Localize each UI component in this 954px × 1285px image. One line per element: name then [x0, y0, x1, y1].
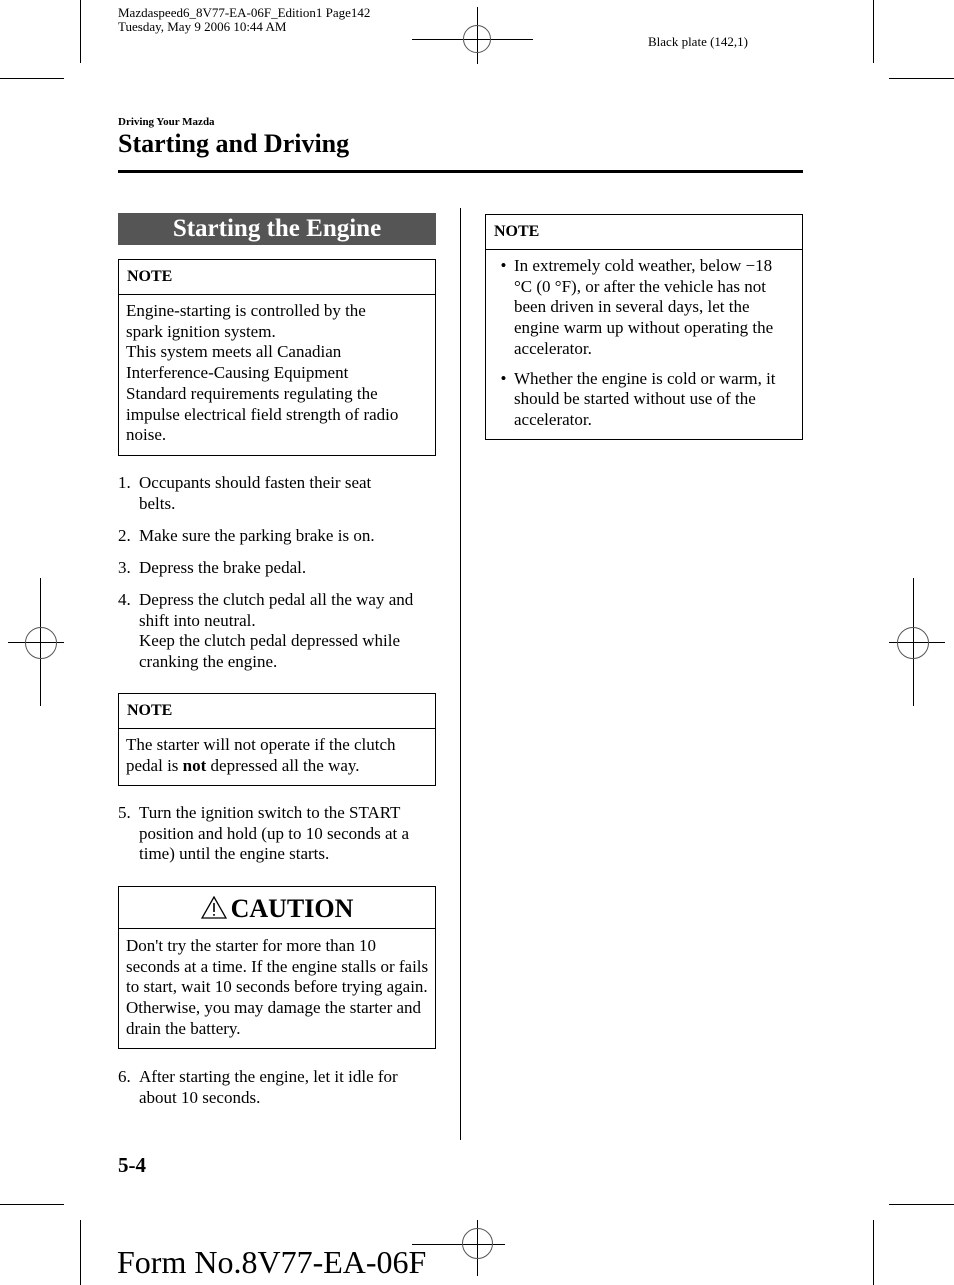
registration-mark	[897, 627, 929, 659]
registration-mark	[25, 627, 57, 659]
step-text: Occupants should fasten their seat belts…	[139, 473, 372, 513]
note-text: The starter will not operate if the clut…	[126, 735, 396, 775]
note-text: Engine-starting is controlled by the spa…	[126, 301, 399, 445]
section-label: Driving Your Mazda	[118, 116, 215, 128]
registration-mark	[462, 1228, 493, 1259]
chapter-rule	[118, 170, 803, 173]
step-item: 1. Occupants should fasten their seat be…	[118, 473, 436, 514]
note-label: NOTE	[486, 215, 802, 250]
step-text: Make sure the parking brake is on.	[139, 526, 375, 545]
bullet-text: In extremely cold weather, below −18 °C …	[514, 256, 774, 358]
step-text: Depress the clutch pedal all the way and…	[139, 590, 414, 630]
note-box: NOTE Engine-starting is controlled by th…	[118, 259, 436, 456]
step-item: 6. After starting the engine, let it idl…	[118, 1067, 436, 1108]
crop-mark	[889, 1204, 954, 1205]
step-number: 4.	[118, 590, 131, 609]
emphasis-not: not	[182, 755, 207, 775]
step-item: 2. Make sure the parking brake is on.	[118, 526, 436, 547]
note-bullets: • In extremely cold weather, below −18 °…	[486, 250, 802, 439]
step-text: Depress the brake pedal.	[139, 558, 307, 577]
topic-title: Starting the Engine	[118, 213, 436, 245]
crop-mark	[80, 0, 81, 63]
crop-mark	[873, 1220, 874, 1285]
crop-mark	[0, 1204, 64, 1205]
print-slug: Mazdaspeed6_8V77-EA-06F_Edition1 Page142…	[118, 6, 370, 34]
bullet-icon: •	[500, 256, 507, 275]
bullet-item: • Whether the engine is cold or warm, it…	[493, 369, 795, 431]
plate-label: Black plate (142,1)	[648, 34, 748, 49]
step-item: 3. Depress the brake pedal.	[118, 558, 436, 579]
caution-box: CAUTION Don't try the starter for more t…	[118, 886, 436, 1049]
slug-timestamp: Tuesday, May 9 2006 10:44 AM	[118, 19, 287, 34]
note-label: NOTE	[119, 260, 435, 295]
caution-header: CAUTION	[119, 887, 435, 929]
note-box: NOTE • In extremely cold weather, below …	[485, 214, 803, 440]
crop-mark	[0, 78, 64, 79]
step-text: After starting the engine, let it idle f…	[139, 1067, 398, 1107]
form-number: Form No.8V77-EA-06F	[117, 1244, 427, 1280]
step-item: 4. Depress the clutch pedal all the way …	[118, 590, 436, 673]
bullet-item: • In extremely cold weather, below −18 °…	[493, 256, 795, 360]
note-label: NOTE	[119, 694, 435, 729]
caution-text: Don't try the starter for more than 10 s…	[126, 936, 429, 1038]
crop-mark	[873, 0, 874, 63]
bullet-text: Whether the engine is cold or warm, it s…	[514, 368, 776, 429]
slug-file-name: Mazdaspeed6_8V77-EA-06F_Edition1 Page142	[118, 5, 371, 20]
page-number: 5-4	[118, 1153, 146, 1177]
bullet-icon: •	[500, 368, 507, 388]
step-text: Turn the ignition switch to the START po…	[139, 803, 410, 864]
step-number: 3.	[118, 558, 131, 577]
step-number: 5.	[118, 803, 131, 822]
step-number: 6.	[118, 1067, 131, 1086]
step-number: 2.	[118, 526, 131, 545]
step-subtext: Keep the clutch pedal depressed while cr…	[139, 631, 401, 672]
crop-mark	[889, 78, 954, 79]
chapter-title: Starting and Driving	[118, 129, 350, 158]
caution-label: CAUTION	[230, 894, 354, 923]
step-number: 1.	[118, 473, 131, 492]
warning-triangle-icon	[200, 895, 227, 919]
registration-mark	[463, 25, 491, 53]
note-box: NOTE The starter will not operate if the…	[118, 693, 436, 786]
crop-mark	[80, 1220, 81, 1285]
step-item: 5. Turn the ignition switch to the START…	[118, 803, 436, 865]
column-divider	[460, 208, 461, 1140]
